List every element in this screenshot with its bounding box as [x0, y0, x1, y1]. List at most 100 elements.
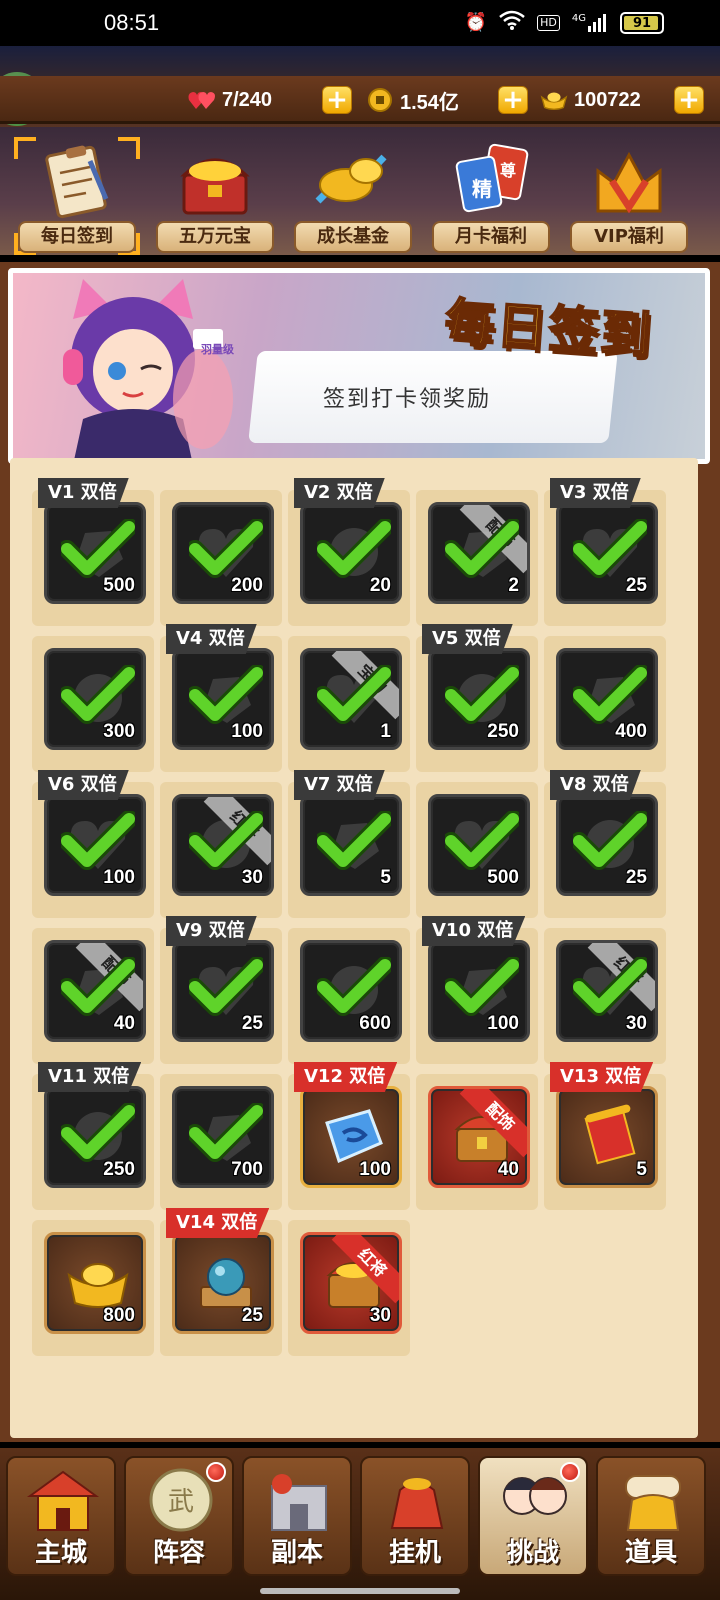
- checkin-cell[interactable]: 25 V9 双倍: [160, 916, 282, 1064]
- checkin-cell[interactable]: 25 V14 双倍: [160, 1208, 282, 1356]
- ingots-value: 100722: [574, 88, 641, 111]
- checkin-cell[interactable]: 20 V2 双倍: [288, 478, 410, 626]
- checkin-cell[interactable]: 500: [416, 782, 538, 918]
- checkmark-icon: [186, 518, 266, 579]
- add-ingots-button[interactable]: +: [674, 86, 704, 114]
- checkmark-icon: [58, 518, 138, 579]
- reward-slot: 25: [172, 1232, 274, 1334]
- checkin-cell[interactable]: 100 V4 双倍: [160, 624, 282, 772]
- reward-slot: 5: [556, 1086, 658, 1188]
- checkin-cell[interactable]: 100 V6 双倍: [32, 770, 154, 918]
- tab-fifty-thousand-ingots[interactable]: 五万元宝: [152, 137, 278, 255]
- reward-slot: 100: [172, 648, 274, 750]
- card-badge-zun: 尊: [500, 161, 517, 180]
- banner-subtitle: 签到打卡领奖励: [323, 387, 492, 412]
- add-coins-button[interactable]: +: [498, 86, 528, 114]
- checkin-cell[interactable]: 250 V5 双倍: [416, 624, 538, 772]
- coin-icon: [366, 88, 394, 112]
- checkin-cell[interactable]: 25 V3 双倍: [544, 478, 666, 626]
- reward-count: 500: [487, 867, 519, 888]
- vip-double-tag: V6 双倍: [38, 770, 129, 800]
- checkmark-icon: [570, 810, 650, 871]
- reward-count: 100: [103, 867, 135, 888]
- reward-slot: 红将 30: [556, 940, 658, 1042]
- checkin-cell[interactable]: 5 V13 双倍: [544, 1062, 666, 1210]
- reward-slot: 600: [300, 940, 402, 1042]
- checkin-cell[interactable]: 250 V11 双倍: [32, 1062, 154, 1210]
- checkin-cell[interactable]: 200: [160, 490, 282, 626]
- checkmark-icon: [570, 664, 650, 725]
- tab-vip-benefits[interactable]: VIP福利: [566, 137, 692, 255]
- checkin-cell[interactable]: 500 V1 双倍: [32, 478, 154, 626]
- checkin-cell[interactable]: 宝物 1: [288, 636, 410, 772]
- nav-challenge[interactable]: 挑战: [478, 1456, 588, 1576]
- nav-dungeon[interactable]: 副本: [242, 1456, 352, 1576]
- checkin-cell[interactable]: 配饰 40: [32, 928, 154, 1064]
- checkin-cell[interactable]: 400: [544, 636, 666, 772]
- clock: 08:51: [104, 10, 160, 35]
- tab-label: VIP福利: [570, 221, 688, 253]
- checkmark-icon: [58, 664, 138, 725]
- checkin-cell[interactable]: 100 V10 双倍: [416, 916, 538, 1064]
- checkmark-icon: [186, 664, 266, 725]
- reward-slot: 红将 30: [172, 794, 274, 896]
- nav-label: 阵容: [152, 1538, 205, 1568]
- card-badge-jing: 精: [472, 177, 492, 201]
- nav-main-city[interactable]: 主城: [6, 1456, 116, 1576]
- reward-slot: 500: [428, 794, 530, 896]
- reward-count: 300: [103, 721, 135, 742]
- tab-monthly-card[interactable]: 精 尊 月卡福利: [428, 137, 554, 255]
- vip-double-tag: V11 双倍: [38, 1062, 142, 1092]
- notification-dot: [206, 1462, 226, 1482]
- checkin-cell[interactable]: 配饰 40: [416, 1074, 538, 1210]
- checkin-cell[interactable]: 红将 30: [544, 928, 666, 1064]
- scroll-pouch-icon: [625, 1475, 681, 1531]
- checkin-cell[interactable]: 600: [288, 928, 410, 1064]
- reward-slot: 宝物 1: [300, 648, 402, 750]
- bottom-nav: 主城 武 阵容 副本 挂机 挑战 道具: [0, 1448, 720, 1600]
- checkin-cell[interactable]: 300: [32, 636, 154, 772]
- nav-label: 道具: [624, 1538, 677, 1568]
- reward-slot: 25: [556, 794, 658, 896]
- battery-level: 91: [632, 15, 652, 31]
- status-icons: ⏰ HD 4G 91: [465, 10, 664, 36]
- reward-count: 800: [103, 1305, 135, 1326]
- hd-icon: HD: [537, 15, 560, 31]
- tab-label: 五万元宝: [156, 221, 274, 253]
- red-scroll-icon: [577, 1103, 643, 1169]
- tab-daily-checkin[interactable]: 每日签到: [14, 137, 140, 255]
- checkin-cell[interactable]: 100 V12 双倍: [288, 1062, 410, 1210]
- nav-idle[interactable]: 挂机: [360, 1456, 470, 1576]
- reward-count: 20: [369, 575, 391, 596]
- gold-growth-icon: [315, 154, 387, 204]
- reward-count: 100: [359, 1159, 391, 1180]
- nav-lineup[interactable]: 武 阵容: [124, 1456, 234, 1576]
- checkmark-icon: [314, 810, 394, 871]
- home-indicator[interactable]: [260, 1588, 460, 1594]
- checkin-cell[interactable]: 5 V7 双倍: [288, 770, 410, 918]
- reward-slot: 100: [428, 940, 530, 1042]
- coins-value: 1.54亿: [400, 91, 459, 114]
- reward-slot: 配饰 40: [428, 1086, 530, 1188]
- checkin-cell[interactable]: 配饰 2: [416, 490, 538, 626]
- wifi-icon: [499, 10, 525, 36]
- network-type: 4G: [571, 13, 586, 24]
- nav-items[interactable]: 道具: [596, 1456, 706, 1576]
- hearts-icon: [188, 88, 216, 112]
- checkin-cell[interactable]: 25 V8 双倍: [544, 770, 666, 918]
- resource-bar: 7/240 + 1.54亿 + 100722 +: [0, 76, 720, 124]
- checkin-cell[interactable]: 700: [160, 1074, 282, 1210]
- reward-count: 30: [241, 867, 263, 888]
- checkin-cell[interactable]: 800: [32, 1220, 154, 1356]
- checkin-cell[interactable]: 红将 30: [160, 782, 282, 918]
- palace-icon: [26, 1470, 100, 1531]
- reward-slot: 250: [428, 648, 530, 750]
- reward-slot: 100: [300, 1086, 402, 1188]
- reward-slot: 800: [44, 1232, 146, 1334]
- gate-icon: [271, 1474, 327, 1531]
- reward-count: 2: [508, 575, 519, 596]
- reward-count: 5: [380, 867, 391, 888]
- checkin-cell[interactable]: 红将 30: [288, 1220, 410, 1356]
- tab-growth-fund[interactable]: 成长基金: [290, 137, 416, 255]
- add-stamina-button[interactable]: +: [322, 86, 352, 114]
